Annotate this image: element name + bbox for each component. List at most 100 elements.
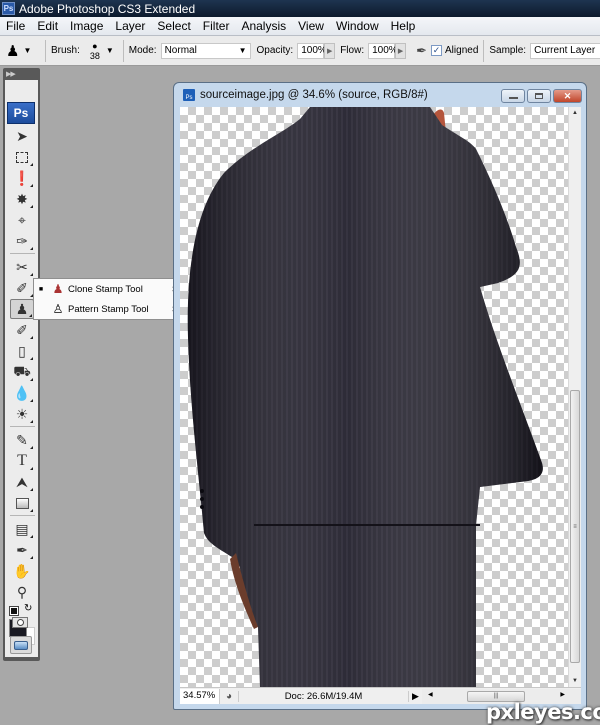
pen-icon: ✎: [16, 431, 28, 448]
flow-input[interactable]: 100%: [368, 42, 398, 59]
flyout-item-pattern-stamp[interactable]: ♙ Pattern Stamp Tool S: [34, 299, 186, 319]
toolbox-divider: [10, 426, 35, 427]
chevron-down-icon: ▼: [238, 46, 247, 55]
arrow-cursor-icon: ⮝: [16, 473, 28, 490]
flyout-item-clone-stamp[interactable]: ■ ♟ Clone Stamp Tool S: [34, 279, 186, 299]
history-brush-tool[interactable]: ✐: [10, 320, 34, 340]
hand-tool[interactable]: ✋: [10, 561, 34, 581]
opacity-label: Opacity:: [256, 45, 294, 56]
maximize-button[interactable]: [527, 89, 551, 103]
brush-picker[interactable]: ● 38: [88, 41, 102, 61]
swap-colors-icon[interactable]: ↻: [24, 603, 32, 614]
minimize-icon: [508, 97, 518, 99]
rectangle-icon: [15, 497, 29, 509]
photoshop-logo[interactable]: Ps: [7, 102, 35, 124]
slice-tool[interactable]: ✑: [10, 231, 34, 251]
mode-value: Normal: [164, 45, 197, 56]
vertical-scrollbar[interactable]: ▲ ≡ ▼: [568, 107, 581, 687]
document-window: Ps sourceimage.jpg @ 34.6% (source, RGB/…: [173, 82, 587, 710]
eraser-icon: ▯: [18, 342, 26, 359]
opacity-slider-button[interactable]: ▶: [324, 42, 336, 59]
close-icon: ✕: [563, 90, 572, 101]
brush-label: Brush:: [50, 45, 80, 56]
lasso-tool[interactable]: ❗: [10, 168, 34, 188]
maximize-icon: [535, 93, 543, 99]
photoshop-icon: Ps: [2, 2, 15, 15]
menu-window[interactable]: Window: [330, 19, 385, 33]
divider: [122, 39, 124, 62]
blur-tool[interactable]: 💧: [10, 383, 34, 403]
close-button[interactable]: ✕: [553, 89, 582, 103]
aligned-checkbox[interactable]: ✓: [431, 45, 443, 56]
zoom-level-field[interactable]: 34.57%: [180, 688, 220, 704]
crop-tool[interactable]: ⌖: [10, 210, 34, 230]
app-title: Adobe Photoshop CS3 Extended: [19, 1, 196, 16]
healing-brush-tool[interactable]: ✂: [10, 257, 34, 277]
marquee-tool[interactable]: [10, 147, 34, 167]
eraser-tool[interactable]: ▯: [10, 341, 34, 361]
vertical-scroll-thumb[interactable]: ≡: [570, 390, 580, 663]
notes-tool[interactable]: ▤: [10, 519, 34, 539]
menu-analysis[interactable]: Analysis: [235, 19, 292, 33]
divider: [483, 39, 485, 62]
minimize-button[interactable]: [501, 89, 525, 103]
quick-mask-button[interactable]: [12, 617, 28, 628]
lasso-icon: ❗: [13, 169, 31, 186]
airbrush-icon[interactable]: ✒: [416, 43, 427, 59]
sample-select[interactable]: Current Layer: [530, 42, 600, 59]
brush-dropdown-icon[interactable]: ▼: [106, 46, 114, 55]
clone-stamp-tool[interactable]: ♟: [10, 299, 34, 319]
chevron-down-icon: ▼: [23, 46, 32, 55]
magic-wand-tool[interactable]: ✸: [10, 189, 34, 209]
menu-view[interactable]: View: [292, 19, 330, 33]
screen-mode-button[interactable]: [10, 636, 32, 654]
path-selection-tool[interactable]: ⮝: [10, 472, 34, 492]
paint-bucket-tool[interactable]: ⛟: [10, 362, 34, 382]
options-bar: ♟ ▼ Brush: ● 38 ▼ Mode: Normal ▼ Opacity…: [0, 36, 600, 66]
aligned-label: Aligned: [445, 45, 479, 56]
type-icon: T: [17, 452, 27, 469]
menu-edit[interactable]: Edit: [31, 19, 64, 33]
menu-filter[interactable]: Filter: [197, 19, 236, 33]
menu-help[interactable]: Help: [385, 19, 422, 33]
opacity-input[interactable]: 100%: [297, 42, 327, 59]
menu-layer[interactable]: Layer: [109, 19, 151, 33]
scroll-left-icon[interactable]: ◀: [428, 691, 433, 698]
pen-tool[interactable]: ✎: [10, 430, 34, 450]
tool-preset-picker[interactable]: ♟ ▼: [6, 42, 40, 60]
mode-select[interactable]: Normal ▼: [160, 42, 251, 59]
selected-bullet-icon: ■: [38, 285, 44, 293]
zoom-tool[interactable]: ⚲: [10, 582, 34, 602]
quick-mask-icon: [16, 619, 24, 626]
toolbox-panel: Ps ➤ ❗ ✸ ⌖ ✑ ✂ ✐ ♟ ✐ ▯ ⛟ 💧 ☀ ✎ T ⮝ ▤ ✒ ✋…: [5, 80, 38, 657]
default-colors-icon[interactable]: [9, 606, 19, 616]
shape-tool[interactable]: [10, 493, 34, 513]
brush-tool[interactable]: ✐: [10, 278, 34, 298]
move-tool[interactable]: ➤: [10, 126, 34, 146]
move-icon: ➤: [16, 127, 28, 144]
scroll-right-icon[interactable]: ▶: [560, 691, 565, 698]
type-tool[interactable]: T: [10, 451, 34, 471]
clone-stamp-icon: ♟: [52, 282, 64, 296]
flow-slider-button[interactable]: ▶: [395, 42, 407, 59]
scroll-down-icon[interactable]: ▼: [569, 678, 581, 684]
dodge-tool[interactable]: ☀: [10, 404, 34, 424]
toolbox-divider: [10, 515, 35, 516]
status-menu-arrow-icon[interactable]: ▶: [408, 690, 422, 702]
sponge-icon: ☀: [15, 405, 29, 422]
blur-drop-icon: 💧: [13, 384, 31, 401]
flow-label: Flow:: [340, 45, 365, 56]
tool-flyout-menu: ■ ♟ Clone Stamp Tool S ♙ Pattern Stamp T…: [33, 278, 187, 320]
image-canvas[interactable]: [180, 107, 568, 687]
eyedropper-icon: ✒: [16, 541, 28, 558]
menu-image[interactable]: Image: [64, 19, 109, 33]
toolbox-collapse-icon[interactable]: ▶▶: [6, 70, 16, 78]
menu-file[interactable]: File: [0, 19, 31, 33]
eyedropper-tool[interactable]: ✒: [10, 540, 34, 560]
version-cue-icon[interactable]: ◕: [220, 691, 238, 702]
suit-image: [187, 107, 543, 687]
menu-select[interactable]: Select: [151, 19, 196, 33]
mode-label: Mode:: [128, 45, 157, 56]
notes-icon: ▤: [15, 520, 29, 537]
scroll-up-icon[interactable]: ▲: [569, 110, 581, 116]
